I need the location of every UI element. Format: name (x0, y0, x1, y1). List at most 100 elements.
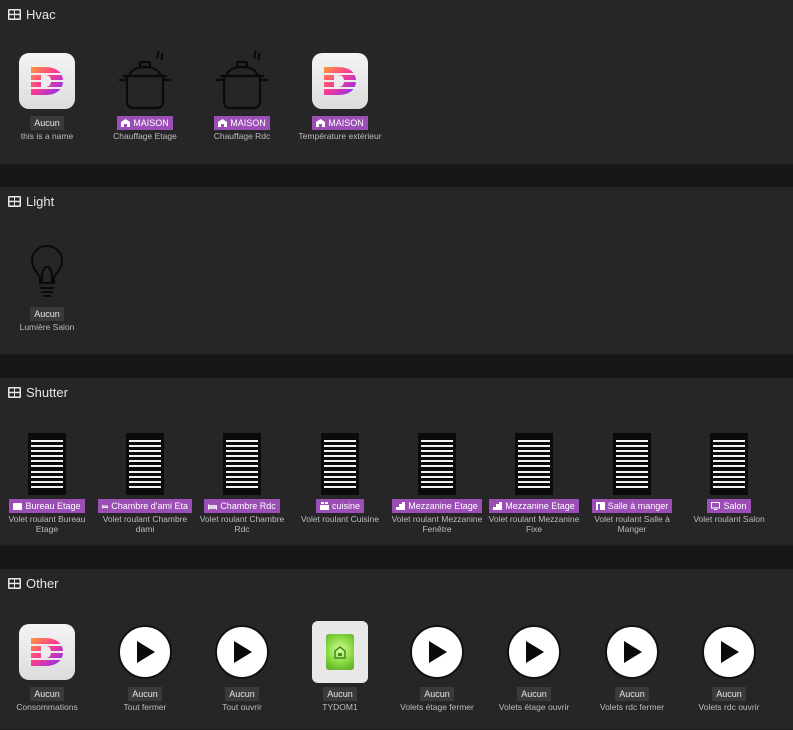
device-name: TYDOM1 (322, 702, 358, 712)
room-badge: Salle à manger (591, 499, 673, 513)
tv-icon (711, 502, 721, 510)
section-header: Shutter (8, 385, 68, 400)
device-tile[interactable]: Mezzanine Etage Volet roulant Mezzanine … (392, 429, 482, 534)
home-icon (218, 119, 228, 127)
shutter-icon (710, 433, 748, 495)
device-tile[interactable]: MAISON Chauffage Etage (102, 46, 188, 141)
device-name: Chauffage Rdc (213, 131, 271, 141)
device-tile[interactable]: cuisine Volet roulant Cuisine (297, 429, 383, 524)
grid-icon (8, 196, 21, 207)
device-name: Volet roulant Mezzanine Fenêtre (391, 514, 483, 534)
play-icon[interactable] (118, 625, 172, 679)
light-bulb-icon (30, 244, 64, 297)
room-badge: Aucun (517, 687, 551, 701)
section-title: Hvac (26, 7, 56, 22)
shutter-icon (613, 433, 651, 495)
room-badge: Chambre Rdc (204, 499, 280, 513)
room-badge: Aucun (615, 687, 649, 701)
pressure-cooker-icon (216, 50, 268, 110)
device-name: Volets étage fermer (400, 702, 474, 712)
section-shutter: Shutter Bureau Etage Volet roulant Burea… (0, 378, 793, 546)
scenario-tile[interactable]: Aucun Volets rdc fermer (589, 617, 675, 712)
device-tile[interactable]: MAISON Température extérieur (297, 46, 383, 141)
room-badge: Aucun (30, 687, 64, 701)
room-badge: Mezzanine Etage (392, 499, 482, 513)
device-tile[interactable]: Aucun Lumière Salon (4, 237, 90, 332)
device-name: this is a name (20, 131, 74, 141)
device-tile[interactable]: Chambre d'ami Eta Volet roulant Chambre … (98, 429, 192, 534)
device-name: Chauffage Etage (113, 131, 177, 141)
room-badge: cuisine (315, 499, 364, 513)
device-tile[interactable]: MAISON Chauffage Rdc (199, 46, 285, 141)
section-header: Other (8, 576, 59, 591)
device-tile[interactable]: Aucun TYDOM1 (297, 617, 383, 712)
device-name: Volet roulant Bureau Etage (8, 514, 86, 534)
bed-icon (102, 504, 109, 509)
device-tile[interactable]: Chambre Rdc Volet roulant Chambre Rdc (199, 429, 285, 534)
device-tile[interactable]: Aucun this is a name (4, 46, 90, 141)
room-badge: Aucun (30, 307, 64, 321)
play-icon[interactable] (410, 625, 464, 679)
scenario-tile[interactable]: Aucun Volets étage ouvrir (491, 617, 577, 712)
pressure-cooker-icon (119, 50, 171, 110)
device-tile[interactable]: Bureau Etage Volet roulant Bureau Etage (4, 429, 90, 534)
home-icon (121, 119, 131, 127)
scenario-tile[interactable]: Aucun Volets étage fermer (394, 617, 480, 712)
play-icon[interactable] (605, 625, 659, 679)
home-icon (316, 119, 326, 127)
device-name: Volet roulant Salon (693, 514, 765, 524)
bed-icon (208, 504, 218, 510)
device-name: Volets rdc ouvrir (698, 702, 760, 712)
device-name: Consommations (16, 702, 78, 712)
room-badge: Salon (707, 499, 751, 513)
shutter-icon (515, 433, 553, 495)
room-badge: MAISON (117, 116, 173, 130)
shutter-icon (28, 433, 66, 495)
device-name: Lumière Salon (19, 322, 75, 332)
section-other: Other Aucun Consommations Aucun Tout fer… (0, 569, 793, 730)
shutter-icon (418, 433, 456, 495)
play-icon[interactable] (507, 625, 561, 679)
device-tile[interactable]: Salle à manger Volet roulant Salle à Man… (589, 429, 675, 534)
room-badge: Aucun (712, 687, 746, 701)
stairs-icon (396, 502, 406, 510)
room-badge: Bureau Etage (9, 499, 85, 513)
device-tile[interactable]: Salon Volet roulant Salon (686, 429, 772, 524)
grid-icon (8, 387, 21, 398)
stove-icon (319, 502, 329, 510)
section-header: Light (8, 194, 54, 209)
room-badge: Aucun (225, 687, 259, 701)
shutter-icon (223, 433, 261, 495)
room-badge: Chambre d'ami Eta (98, 499, 192, 513)
device-name: Volet roulant Mezzanine Fixe (488, 514, 580, 534)
device-name: Tout fermer (123, 702, 167, 712)
scenario-tile[interactable]: Aucun Tout ouvrir (199, 617, 285, 712)
office-icon (13, 503, 23, 510)
room-badge: Aucun (128, 687, 162, 701)
deltadore-app-icon (312, 53, 368, 109)
room-badge: Aucun (420, 687, 454, 701)
device-name: Volet roulant Chambre dami (102, 514, 188, 534)
section-title: Shutter (26, 385, 68, 400)
stairs-icon (493, 502, 503, 510)
room-badge: Aucun (323, 687, 357, 701)
play-icon[interactable] (215, 625, 269, 679)
device-name: Volet roulant Salle à Manger (594, 514, 670, 534)
section-title: Other (26, 576, 59, 591)
room-badge: Aucun (30, 116, 64, 130)
scenario-tile[interactable]: Aucun Volets rdc ouvrir (686, 617, 772, 712)
room-badge: MAISON (214, 116, 270, 130)
device-name: Température extérieur (298, 131, 382, 141)
play-icon[interactable] (702, 625, 756, 679)
device-tile[interactable]: Mezzanine Etage Volet roulant Mezzanine … (489, 429, 579, 534)
grid-icon (8, 578, 21, 589)
room-badge: Mezzanine Etage (489, 499, 579, 513)
device-tile[interactable]: Aucun Consommations (4, 617, 90, 712)
deltadore-app-icon (19, 624, 75, 680)
grid-icon (8, 9, 21, 20)
room-badge: MAISON (312, 116, 368, 130)
scenario-tile[interactable]: Aucun Tout fermer (102, 617, 188, 712)
device-name: Volets rdc fermer (599, 702, 665, 712)
tydom-device-icon (312, 621, 368, 683)
device-name: Volet roulant Chambre Rdc (199, 514, 285, 534)
